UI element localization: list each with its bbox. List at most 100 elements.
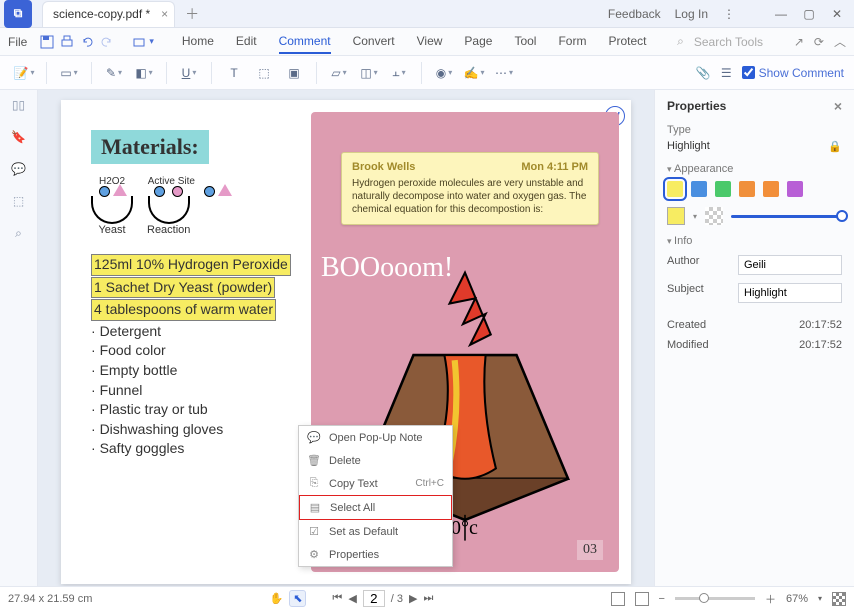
attachments-panel-icon[interactable]: ⬚ [13,194,24,208]
measure-tool[interactable]: ⫠ [385,60,413,86]
menu-item-label: Delete [329,455,361,467]
highlight-annotation[interactable]: 125ml 10% Hydrogen Peroxide [91,254,291,276]
subject-input[interactable] [738,283,842,303]
callout-tool[interactable]: ▣ [280,60,308,86]
transparency-toggle[interactable] [705,207,723,225]
fit-page-view-icon[interactable] [635,592,649,606]
tab-form[interactable]: Form [558,30,586,54]
context-menu-item[interactable]: ⎘Copy TextCtrl+C [299,472,452,495]
manage-comments-icon[interactable]: ☰ [721,66,732,80]
color-swatch[interactable] [763,181,779,197]
search-tools-icon[interactable]: ⌕ [677,34,684,49]
share-icon[interactable]: ↗ [794,35,804,49]
author-input[interactable] [738,255,842,275]
print-icon[interactable] [59,34,75,50]
show-comment-toggle[interactable]: Show Comment [742,66,844,80]
text-tool[interactable]: T [220,60,248,86]
document-tab[interactable]: science-copy.pdf * × [42,1,175,27]
tab-comment[interactable]: Comment [279,30,331,54]
tab-edit[interactable]: Edit [236,30,257,54]
zoom-in-icon[interactable]: ＋ [765,591,776,607]
context-menu-item[interactable]: ☑Set as Default [299,520,452,543]
show-comment-checkbox[interactable] [742,66,755,79]
stamp2-tool[interactable]: ◉ [430,60,458,86]
more-icon[interactable]: ⋮ [722,7,736,21]
fullscreen-icon[interactable] [832,592,846,606]
document-canvas[interactable]: W Materials: H2O2 Yeast Active Site [38,90,654,586]
lock-icon[interactable]: 🔒 [828,140,842,153]
highlight-tool[interactable]: ▭ [55,60,83,86]
close-panel-icon[interactable]: × [834,98,842,114]
login-link[interactable]: Log In [675,7,708,21]
color-swatch[interactable] [691,181,707,197]
page-input[interactable] [363,590,385,607]
hand-tool-icon[interactable]: ✋ [270,592,284,605]
textbox-tool[interactable]: ⬚ [250,60,278,86]
quick-print-icon[interactable] [131,34,147,50]
close-window-button[interactable]: ✕ [830,7,844,21]
context-menu-item[interactable]: 🗑 Delete [299,449,452,472]
menu-item-icon: ☑ [307,525,321,538]
tab-home[interactable]: Home [182,30,214,54]
comments-panel-icon[interactable]: 💬 [11,162,26,176]
sticky-note[interactable]: Brook Wells Mon 4:11 PM Hydrogen peroxid… [341,152,599,225]
color-swatch[interactable] [715,181,731,197]
last-page-icon[interactable]: ⏭ [424,592,434,605]
file-menu[interactable]: File [8,35,27,49]
zoom-slider[interactable] [675,597,755,600]
pencil-tool[interactable]: ✎ [100,60,128,86]
redo-icon[interactable] [99,34,115,50]
note-tool[interactable]: 📝 [10,60,38,86]
thumbnails-icon[interactable]: ▯▯ [12,98,25,112]
tab-page[interactable]: Page [464,30,492,54]
menu-item-icon: 🗑 [307,454,321,467]
select-tool-icon[interactable]: ⬉ [289,590,306,607]
signature-tool[interactable]: ✍ [460,60,488,86]
tab-view[interactable]: View [417,30,443,54]
save-icon[interactable] [39,34,55,50]
collapse-ribbon-icon[interactable]: ︿ [834,33,846,50]
shape-tool[interactable]: ▱ [325,60,353,86]
tab-protect[interactable]: Protect [608,30,646,54]
prev-page-icon[interactable]: ◀ [348,592,356,605]
attachment-icon[interactable]: 📎 [696,66,711,80]
maximize-button[interactable]: ▢ [802,7,816,21]
show-comment-label: Show Comment [759,66,844,80]
current-color-swatch[interactable] [667,207,685,225]
zoom-out-icon[interactable]: − [659,593,665,605]
info-section[interactable]: Info [667,235,842,247]
next-page-icon[interactable]: ▶ [409,592,417,605]
bookmarks-icon[interactable]: 🔖 [11,130,26,144]
close-tab-icon[interactable]: × [161,7,168,21]
context-menu-item[interactable]: ▤Select All [299,495,452,520]
first-page-icon[interactable]: ⏮ [332,592,342,605]
underline-tool[interactable]: U [175,60,203,86]
statusbar: 27.94 x 21.59 cm ✋ ⬉ ⏮ ◀ / 3 ▶ ⏭ − ＋ 67%… [0,586,854,610]
undo-icon[interactable] [79,34,95,50]
single-page-view-icon[interactable] [611,592,625,606]
tab-convert[interactable]: Convert [353,30,395,54]
color-swatch[interactable] [739,181,755,197]
search-tools-input[interactable] [694,35,784,49]
stamp-tool[interactable]: ◫ [355,60,383,86]
zoom-value: 67% [786,593,808,605]
modified-value: 20:17:52 [799,339,842,351]
color-swatch[interactable] [667,181,683,197]
highlight-annotation[interactable]: 4 tablespoons of warm water [91,299,276,321]
app-icon: ⧉ [4,0,32,28]
highlight-annotation[interactable]: 1 Sachet Dry Yeast (powder) [91,277,275,299]
more-tools[interactable]: ⋯ [490,60,518,86]
context-menu-item[interactable]: ⚙Properties [299,543,452,566]
created-label: Created [667,319,706,331]
feedback-link[interactable]: Feedback [608,7,661,21]
cloud-icon[interactable]: ⟳ [814,35,824,49]
eraser-tool[interactable]: ◧ [130,60,158,86]
appearance-section[interactable]: Appearance [667,163,842,175]
color-swatch[interactable] [787,181,803,197]
new-tab-button[interactable]: ＋ [185,4,199,24]
context-menu-item[interactable]: 💬Open Pop-Up Note [299,426,452,449]
minimize-button[interactable]: — [774,7,788,21]
opacity-slider[interactable] [731,215,842,218]
tab-tool[interactable]: Tool [514,30,536,54]
search-panel-icon[interactable]: ⌕ [15,226,22,241]
